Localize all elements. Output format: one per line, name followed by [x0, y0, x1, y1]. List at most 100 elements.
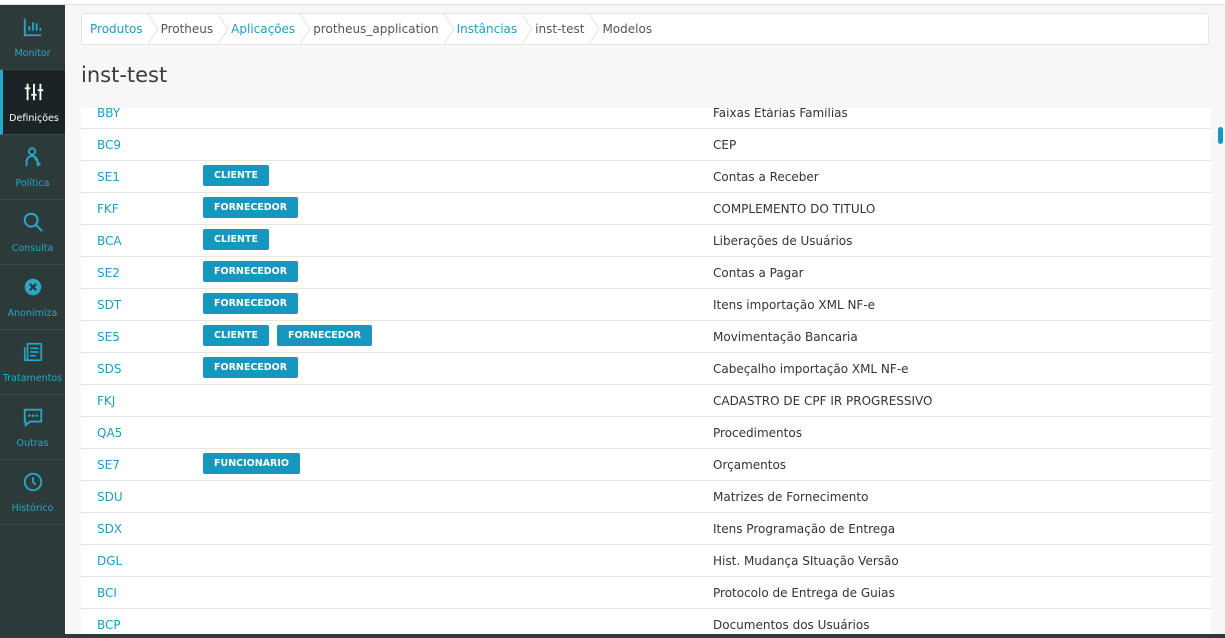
breadcrumb: Produtos Protheus Aplicações protheus_appli…: [81, 13, 1209, 45]
model-code-link[interactable]: SE1: [97, 170, 120, 184]
person-icon: [22, 146, 44, 178]
model-tags: FORNECEDOR: [203, 197, 299, 218]
table-row[interactable]: SE5 CLIENTE FORNECEDOR Movimentação Bancari…: [81, 321, 1211, 353]
model-tags: CLIENTE: [203, 229, 269, 250]
table-row[interactable]: BC9 CEP: [81, 129, 1211, 161]
sidebar-item-anonimiza[interactable]: Anonimiza: [0, 265, 65, 330]
model-description: Contas a Receber: [713, 170, 819, 184]
category-tag[interactable]: CLIENTE: [203, 165, 269, 186]
category-tag[interactable]: FORNECEDOR: [203, 261, 299, 282]
category-tag[interactable]: FORNECEDOR: [203, 197, 299, 218]
table-row[interactable]: BBY Faixas Etárias Famílias: [81, 108, 1211, 129]
model-code-link[interactable]: BCA: [97, 234, 122, 248]
model-tags: CLIENTE: [203, 165, 269, 186]
close-circle-icon: [22, 276, 44, 308]
model-code-link[interactable]: SDX: [97, 522, 122, 536]
table-row[interactable]: FKF FORNECEDOR COMPLEMENTO DO TITULO: [81, 193, 1211, 225]
breadcrumb-item[interactable]: Instâncias: [449, 14, 533, 44]
model-code-link[interactable]: SE7: [97, 458, 120, 472]
category-tag[interactable]: FORNECEDOR: [203, 357, 299, 378]
model-description: Contas a Pagar: [713, 266, 804, 280]
model-description: COMPLEMENTO DO TITULO: [713, 202, 876, 216]
model-tags: FUNCIONARIO: [203, 453, 300, 474]
table-row[interactable]: SE1 CLIENTE Contas a Receber: [81, 161, 1211, 193]
model-description: Matrizes de Fornecimento: [713, 490, 869, 504]
breadcrumb-label: Produtos: [90, 22, 143, 36]
breadcrumb-label: Instâncias: [456, 22, 518, 36]
category-tag[interactable]: CLIENTE: [203, 229, 269, 250]
model-code-link[interactable]: BBY: [97, 108, 120, 120]
sidebar-item-label: Histórico: [11, 502, 54, 514]
model-code-link[interactable]: SDS: [97, 362, 121, 376]
model-tags: CLIENTE FORNECEDOR: [203, 325, 373, 346]
table-row[interactable]: BCA CLIENTE Liberações de Usuários: [81, 225, 1211, 257]
sidebar-item-label: Política: [15, 177, 50, 189]
app-root: Monitor Definições Política Consulta Anonimi…: [0, 0, 1225, 638]
model-description: Liberações de Usuários: [713, 234, 853, 248]
sidebar-item-label: Outras: [16, 437, 49, 449]
chat-icon: [22, 406, 44, 438]
breadcrumb-item: inst-test: [527, 14, 601, 44]
model-code-link[interactable]: SE5: [97, 330, 120, 344]
category-tag[interactable]: FUNCIONARIO: [203, 453, 300, 474]
model-code-link[interactable]: BCI: [97, 586, 117, 600]
table-row[interactable]: SDU Matrizes de Fornecimento: [81, 481, 1211, 513]
model-description: Movimentação Bancaria: [713, 330, 858, 344]
sidebar-item-definicoes[interactable]: Definições: [0, 70, 65, 135]
table-row[interactable]: SDX Itens Programação de Entrega: [81, 513, 1211, 545]
main-content: Produtos Protheus Aplicações protheus_appli…: [65, 5, 1225, 638]
category-tag[interactable]: FORNECEDOR: [276, 325, 373, 346]
category-tag[interactable]: CLIENTE: [203, 325, 269, 346]
model-description: Cabeçalho importação XML NF-e: [713, 362, 909, 376]
scrollbar-thumb[interactable]: [1218, 127, 1223, 144]
sidebar-item-monitor[interactable]: Monitor: [0, 5, 65, 70]
model-description: Protocolo de Entrega de Guias: [713, 586, 895, 600]
bar-chart-icon: [22, 16, 44, 48]
model-tags: FORNECEDOR: [203, 293, 299, 314]
sidebar-item-tratamentos[interactable]: Tratamentos: [0, 330, 65, 395]
sidebar-item-label: Monitor: [14, 47, 51, 59]
breadcrumb-item: Protheus: [153, 14, 229, 44]
table-row[interactable]: SDS FORNECEDOR Cabeçalho importação XML NF…: [81, 353, 1211, 385]
model-code-link[interactable]: DGL: [97, 554, 122, 568]
sidebar-item-outras[interactable]: Outras: [0, 395, 65, 460]
model-code-link[interactable]: SE2: [97, 266, 120, 280]
sidebar-item-consulta[interactable]: Consulta: [0, 200, 65, 265]
model-code-link[interactable]: FKF: [97, 202, 119, 216]
breadcrumb-item: Modelos: [594, 14, 662, 44]
table-row[interactable]: SE2 FORNECEDOR Contas a Pagar: [81, 257, 1211, 289]
table-row[interactable]: BCI Protocolo de Entrega de Guias: [81, 577, 1211, 609]
model-description: Itens importação XML NF-e: [713, 298, 876, 312]
model-code-link[interactable]: SDT: [97, 298, 121, 312]
table-row[interactable]: DGL Hist. Mudança SItuação Versão: [81, 545, 1211, 577]
model-code-link[interactable]: FKJ: [97, 394, 115, 408]
model-description: Faixas Etárias Famílias: [713, 108, 848, 120]
table-row[interactable]: FKJ CADASTRO DE CPF IR PROGRESSIVO: [81, 385, 1211, 417]
model-code-link[interactable]: SDU: [97, 490, 123, 504]
model-code-link[interactable]: BC9: [97, 138, 121, 152]
model-code-link[interactable]: QA5: [97, 426, 122, 440]
sidebar-item-label: Consulta: [11, 242, 54, 254]
model-code-link[interactable]: BCP: [97, 618, 121, 632]
model-description: Procedimentos: [713, 426, 802, 440]
model-description: CADASTRO DE CPF IR PROGRESSIVO: [713, 394, 933, 408]
category-tag[interactable]: FORNECEDOR: [203, 293, 299, 314]
model-description: Hist. Mudança SItuação Versão: [713, 554, 899, 568]
model-tags: FORNECEDOR: [203, 357, 299, 378]
breadcrumb-item[interactable]: Produtos: [82, 14, 159, 44]
sidebar-item-label: Tratamentos: [2, 372, 63, 384]
breadcrumb-item[interactable]: Aplicações: [223, 14, 311, 44]
table-row[interactable]: QA5 Procedimentos: [81, 417, 1211, 449]
scrollbar[interactable]: [1216, 105, 1225, 638]
table-row[interactable]: SE7 FUNCIONARIO Orçamentos: [81, 449, 1211, 481]
breadcrumb-label: protheus_application: [313, 22, 439, 36]
page-title: inst-test: [81, 63, 168, 87]
table-row[interactable]: SDT FORNECEDOR Itens importação XML NF-e: [81, 289, 1211, 321]
bottom-edge: [0, 634, 1225, 638]
sidebar-item-politica[interactable]: Política: [0, 135, 65, 200]
models-list[interactable]: BBY Faixas Etárias Famílias BC9 CEP SE1 CLIEN…: [81, 108, 1211, 638]
clock-icon: [22, 471, 44, 503]
breadcrumb-label: Aplicações: [231, 22, 296, 36]
sidebar-item-historico[interactable]: Histórico: [0, 460, 65, 525]
sliders-icon: [23, 81, 45, 113]
